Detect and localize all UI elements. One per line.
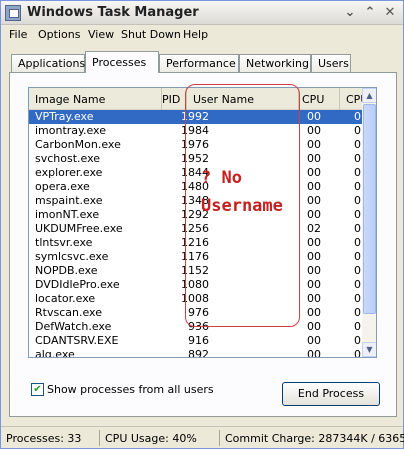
maximize-icon[interactable]: ⌃ bbox=[361, 5, 379, 21]
rollup-icon[interactable]: ⌄ bbox=[341, 5, 359, 21]
annotation-text-line-2: Username bbox=[201, 196, 283, 216]
scroll-down-icon[interactable]: ▼ bbox=[362, 342, 376, 357]
process-name: locator.exe bbox=[35, 292, 96, 305]
process-name: CDANTSRV.EXE bbox=[35, 334, 119, 347]
task-manager-icon bbox=[5, 5, 21, 21]
process-name: UKDUMFree.exe bbox=[35, 222, 123, 235]
process-pid: 916 bbox=[188, 334, 209, 347]
window-title: Windows Task Manager bbox=[27, 5, 199, 20]
process-cpu: 00 bbox=[307, 124, 321, 137]
menu-bar: File Options View Shut Down Help bbox=[1, 25, 403, 44]
status-divider bbox=[219, 430, 220, 446]
menu-options[interactable]: Options bbox=[38, 28, 80, 41]
process-cpu: 00 bbox=[307, 334, 321, 347]
process-cpu: 00 bbox=[307, 208, 321, 221]
process-cpu: 00 bbox=[307, 194, 321, 207]
process-name: NOPDB.exe bbox=[35, 264, 98, 277]
process-cpu-time: 0 bbox=[354, 194, 361, 207]
process-cpu: 00 bbox=[307, 306, 321, 319]
tab-applications[interactable]: Applications bbox=[11, 54, 85, 72]
task-manager-window: Windows Task Manager ⌄ ⌃ ✕ File Options … bbox=[0, 0, 404, 449]
end-process-button[interactable]: End Process bbox=[282, 382, 380, 406]
process-cpu: 00 bbox=[307, 278, 321, 291]
process-cpu-time: 0 bbox=[354, 152, 361, 165]
process-cpu: 00 bbox=[307, 264, 321, 277]
status-processes: Processes: 33 bbox=[6, 432, 82, 445]
process-name: symlcsvc.exe bbox=[35, 250, 109, 263]
process-name: imontray.exe bbox=[35, 124, 107, 137]
status-commit-charge: Commit Charge: 287344K / 63654 bbox=[225, 432, 404, 445]
menu-file[interactable]: File bbox=[9, 28, 27, 41]
process-cpu-time: 0 bbox=[354, 138, 361, 151]
process-name: VPTray.exe bbox=[35, 110, 94, 123]
process-pid: 892 bbox=[188, 348, 209, 358]
process-cpu-time: 0 bbox=[354, 250, 361, 263]
process-cpu-time: 0 bbox=[354, 334, 361, 347]
process-cpu: 00 bbox=[307, 292, 321, 305]
process-name: explorer.exe bbox=[35, 166, 103, 179]
status-divider bbox=[99, 430, 100, 446]
vertical-scrollbar[interactable]: ▲ ▼ bbox=[362, 88, 376, 357]
process-cpu: 00 bbox=[307, 152, 321, 165]
process-cpu-time: 0 bbox=[354, 320, 361, 333]
process-name: opera.exe bbox=[35, 180, 90, 193]
process-cpu-time: 0 bbox=[354, 124, 361, 137]
process-name: imonNT.exe bbox=[35, 208, 100, 221]
process-cpu-time: 0 bbox=[354, 348, 361, 358]
process-cpu: 00 bbox=[307, 236, 321, 249]
show-all-users-checkbox[interactable]: ✔ bbox=[31, 383, 44, 396]
process-cpu-time: 0 bbox=[354, 292, 361, 305]
process-cpu: 00 bbox=[307, 138, 321, 151]
process-cpu-time: 0 bbox=[354, 110, 361, 123]
menu-help[interactable]: Help bbox=[183, 28, 208, 41]
scroll-thumb[interactable] bbox=[363, 104, 376, 314]
close-icon[interactable]: ✕ bbox=[381, 5, 399, 21]
title-bar[interactable]: Windows Task Manager ⌄ ⌃ ✕ bbox=[1, 1, 403, 25]
tab-processes[interactable]: Processes bbox=[85, 51, 159, 73]
tab-strip: Applications Processes Performance Netwo… bbox=[9, 51, 397, 73]
tab-users[interactable]: Users bbox=[311, 54, 351, 72]
column-cpu-time[interactable]: CPU bbox=[340, 88, 368, 110]
process-cpu: 02 bbox=[307, 222, 321, 235]
scroll-up-icon[interactable]: ▲ bbox=[362, 88, 376, 103]
process-cpu: 00 bbox=[307, 180, 321, 193]
process-name: mspaint.exe bbox=[35, 194, 103, 207]
menu-view[interactable]: View bbox=[88, 28, 114, 41]
table-row[interactable]: CDANTSRV.EXE 916 00 0 bbox=[29, 334, 362, 348]
process-cpu-time: 0 bbox=[354, 208, 361, 221]
process-cpu-time: 0 bbox=[354, 180, 361, 193]
annotation-text-line-1: ? No bbox=[201, 168, 242, 188]
process-name: DefWatch.exe bbox=[35, 320, 112, 333]
process-name: alg.exe bbox=[35, 348, 75, 358]
process-cpu: 00 bbox=[307, 166, 321, 179]
process-name: tlntsvr.exe bbox=[35, 236, 93, 249]
menu-shut-down[interactable]: Shut Down bbox=[121, 28, 181, 41]
table-row[interactable]: alg.exe 892 00 0 bbox=[29, 348, 362, 358]
process-cpu: 00 bbox=[307, 320, 321, 333]
column-pid[interactable]: PID bbox=[162, 88, 187, 110]
tab-performance[interactable]: Performance bbox=[159, 54, 239, 72]
status-cpu-usage: CPU Usage: 40% bbox=[105, 432, 197, 445]
process-name: svchost.exe bbox=[35, 152, 101, 165]
show-all-users-label[interactable]: Show processes from all users bbox=[47, 383, 214, 396]
process-cpu-time: 0 bbox=[354, 236, 361, 249]
process-cpu-time: 0 bbox=[354, 278, 361, 291]
tab-networking[interactable]: Networking bbox=[239, 54, 311, 72]
process-cpu: 00 bbox=[307, 110, 321, 123]
column-image-name[interactable]: Image Name bbox=[29, 88, 162, 110]
process-cpu-time: 0 bbox=[354, 166, 361, 179]
status-bar: Processes: 33 CPU Usage: 40% Commit Char… bbox=[1, 426, 404, 448]
process-cpu: 00 bbox=[307, 348, 321, 358]
process-cpu-time: 0 bbox=[354, 222, 361, 235]
process-cpu-time: 0 bbox=[354, 264, 361, 277]
process-name: DVDIdlePro.exe bbox=[35, 278, 120, 291]
process-cpu-time: 0 bbox=[354, 306, 361, 319]
process-name: Rtvscan.exe bbox=[35, 306, 102, 319]
process-name: CarbonMon.exe bbox=[35, 138, 121, 151]
column-cpu[interactable]: CPU bbox=[299, 88, 340, 110]
process-cpu: 00 bbox=[307, 250, 321, 263]
